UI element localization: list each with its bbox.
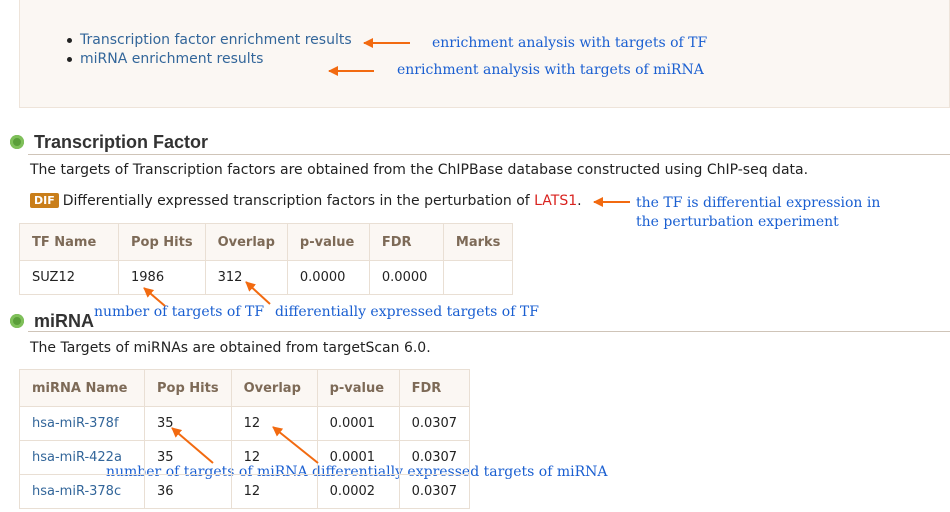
- arrow-icon: [171, 427, 214, 464]
- annotation-arrows: [143, 38, 630, 464]
- arrow-icon: [245, 281, 271, 305]
- arrow-icon: [272, 426, 319, 464]
- arrow-icon: [143, 287, 166, 307]
